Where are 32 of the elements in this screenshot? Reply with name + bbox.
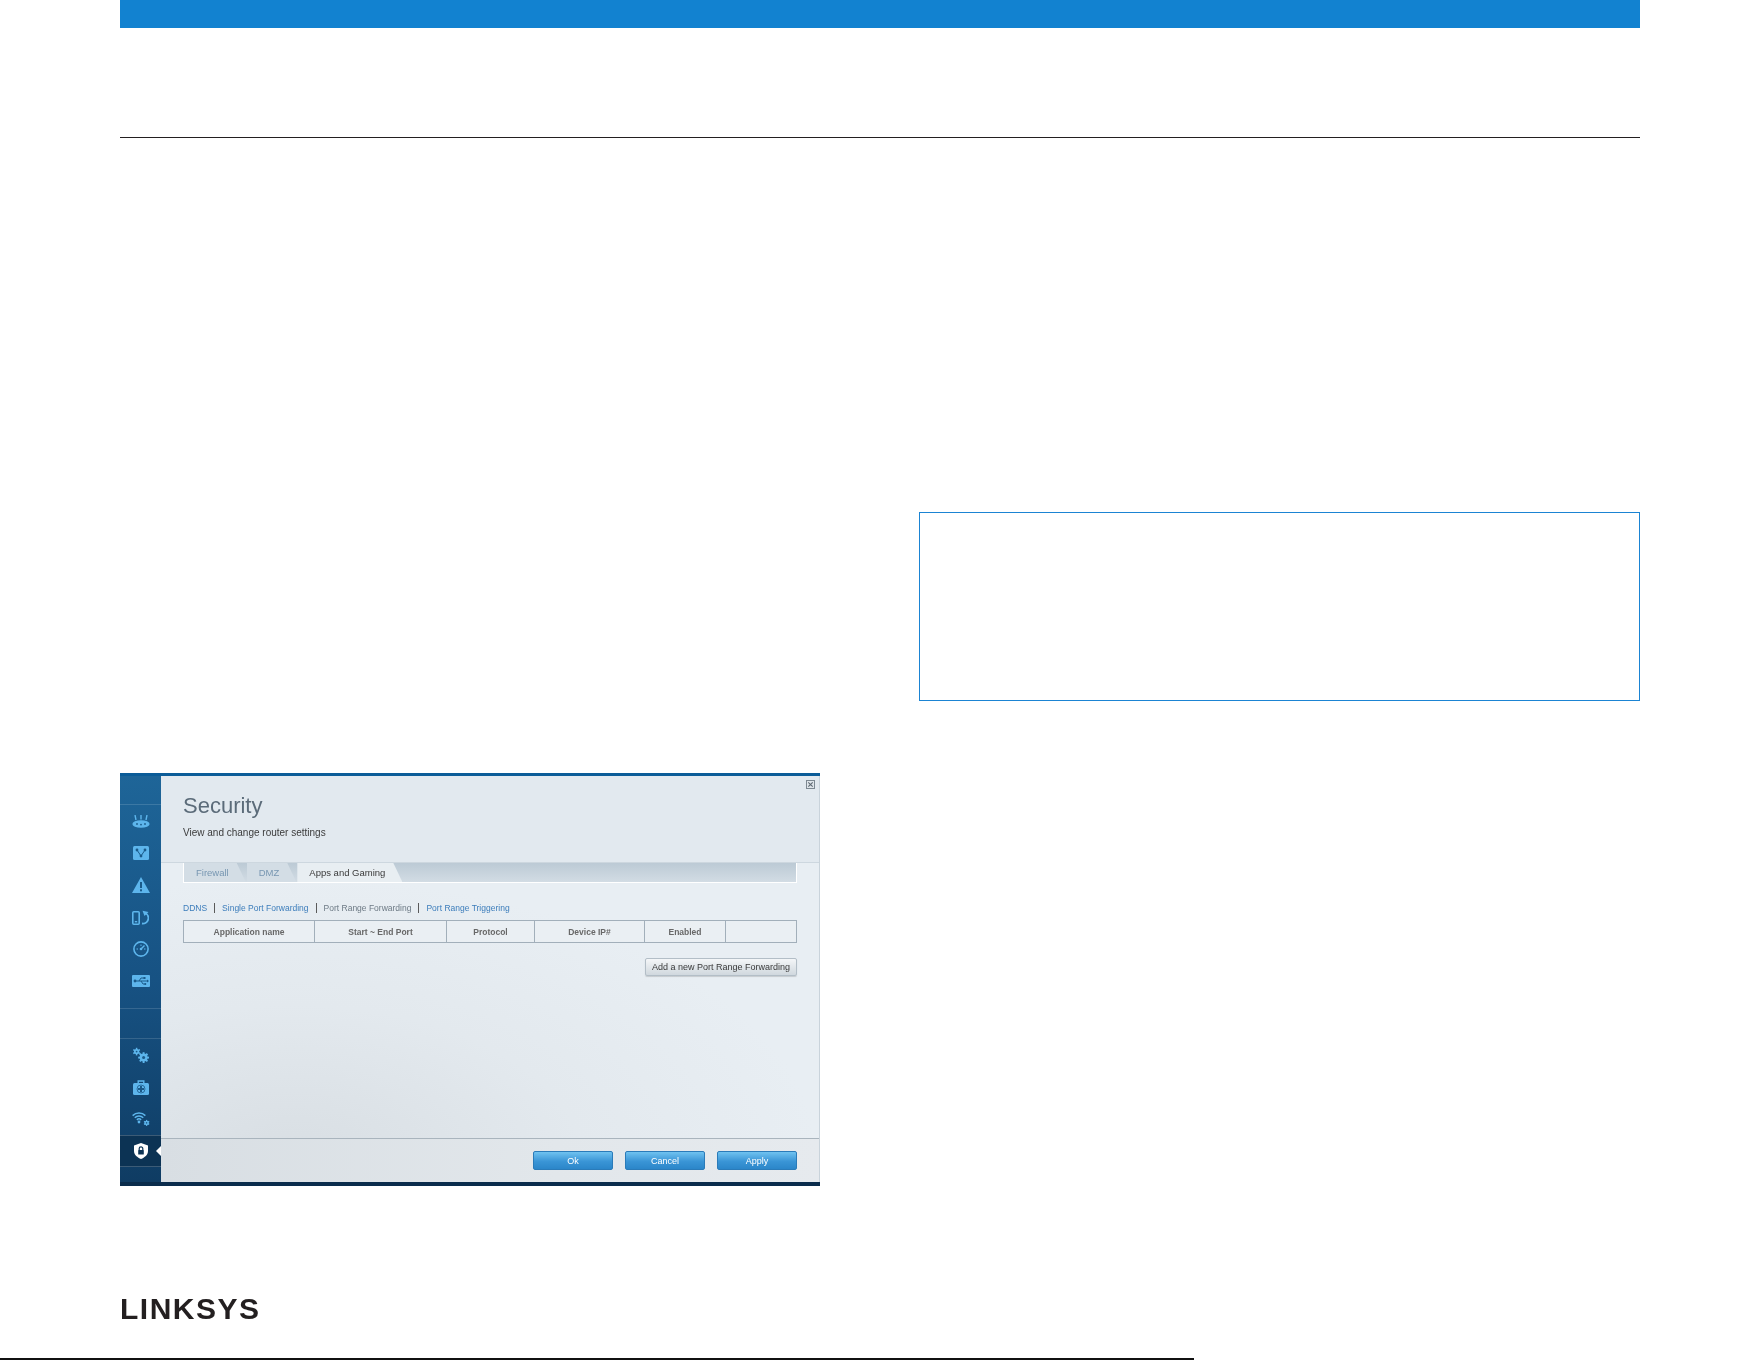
sidebar-button[interactable]: [120, 1135, 161, 1167]
wifi-settings-icon: [131, 1111, 150, 1127]
brand-logo: LINKSYS: [120, 1298, 261, 1320]
tab[interactable]: Apps and Gaming: [297, 863, 403, 882]
footer-button[interactable]: Apply: [717, 1151, 797, 1170]
tab[interactable]: Firewall: [184, 863, 246, 882]
warning-icon: [131, 877, 150, 893]
network-icon: [132, 846, 149, 860]
add-button[interactable]: Add a new Port Range Forwarding: [644, 958, 797, 976]
sub-tab-link[interactable]: DDNS: [183, 902, 208, 913]
footer-button[interactable]: Ok: [533, 1151, 613, 1170]
shield-lock-icon: [133, 1143, 148, 1159]
column-header: Device IP#: [535, 921, 645, 942]
pointer-icon: [156, 1146, 161, 1156]
page-subtitle: View and change router settings: [183, 827, 326, 839]
first-aid-kit-icon: [132, 1079, 149, 1095]
footer-button[interactable]: Cancel: [625, 1151, 705, 1170]
close-icon[interactable]: [806, 780, 815, 789]
gears-icon: [131, 1046, 150, 1064]
gauge-icon: [132, 941, 149, 957]
column-header: Start ~ End Port: [315, 921, 447, 942]
sub-tab-link[interactable]: Single Port Forwarding: [214, 902, 309, 913]
tab[interactable]: DMZ: [246, 863, 297, 882]
usb-icon: [131, 975, 150, 987]
sub-tab-link[interactable]: Port Range Forwarding: [315, 902, 412, 913]
device-sync-icon: [132, 909, 149, 925]
column-header: Protocol: [447, 921, 535, 942]
page-title: Security: [183, 793, 263, 819]
column-header: Application name: [184, 921, 315, 942]
router-icon: [131, 814, 150, 828]
column-header: Enabled: [645, 921, 726, 942]
sub-tab-link[interactable]: Port Range Triggering: [418, 902, 510, 913]
